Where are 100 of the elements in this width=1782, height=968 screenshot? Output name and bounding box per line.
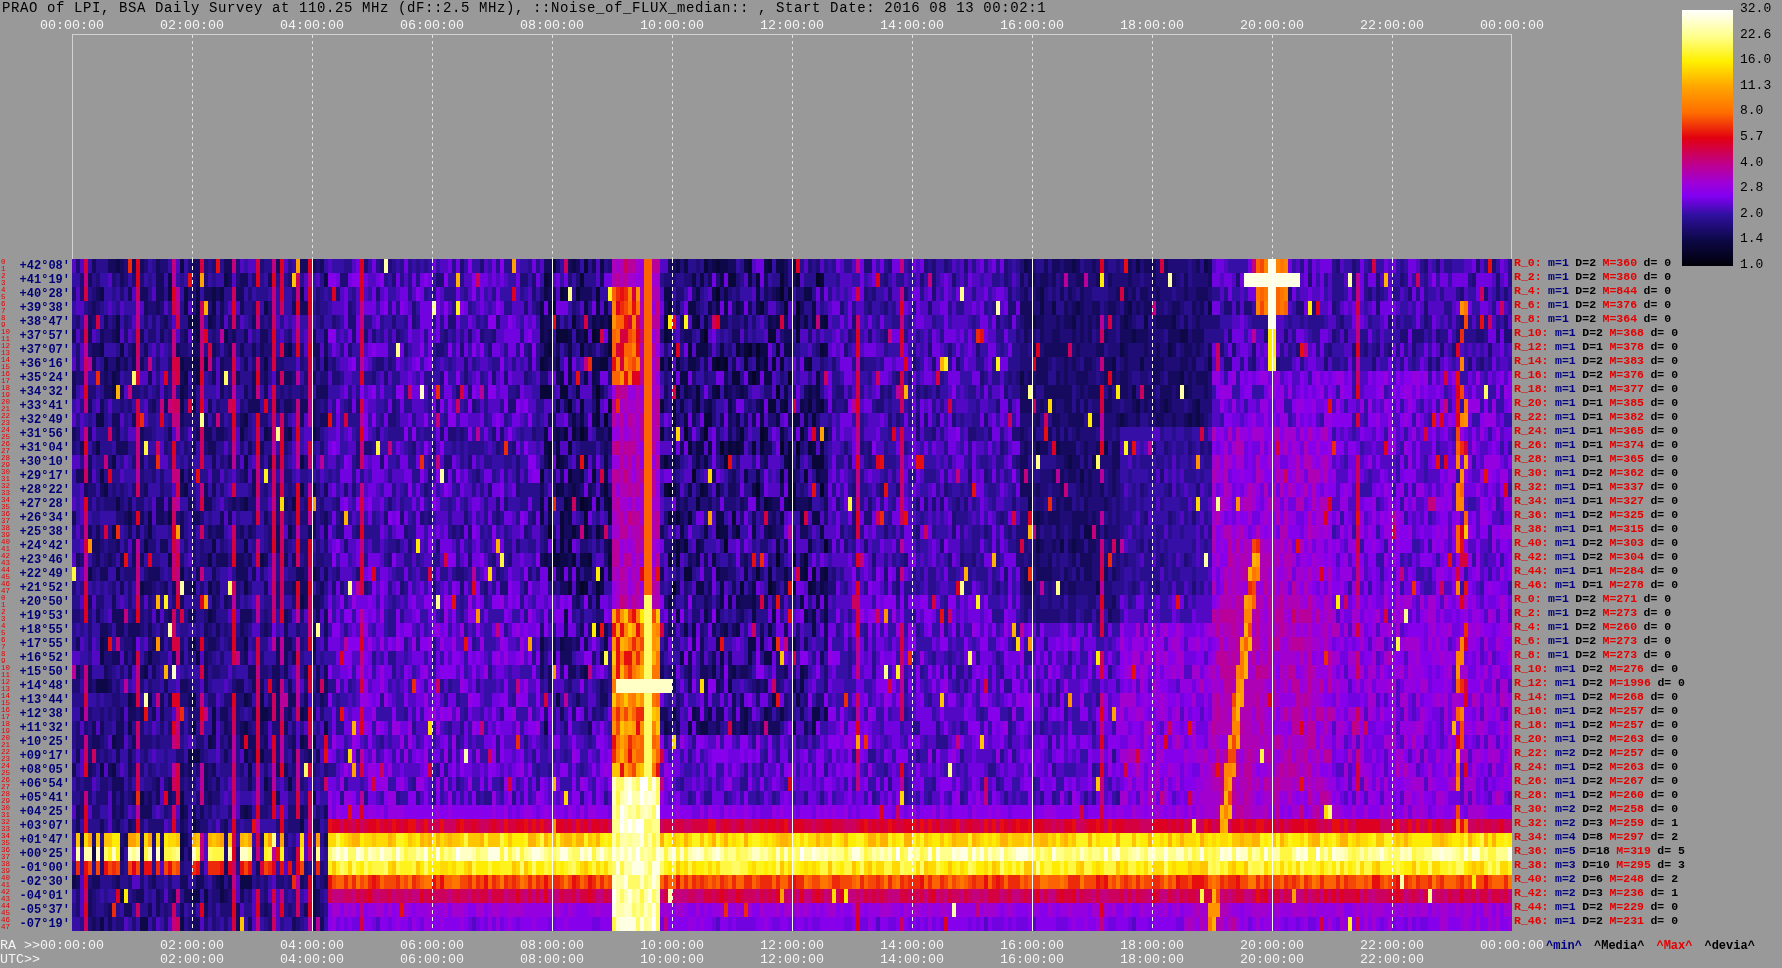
- beam-label: R_34:: [1514, 830, 1549, 844]
- declination-label: -04°01': [19, 889, 70, 903]
- max-value: M=315: [1609, 522, 1644, 536]
- beam-label: R_20:: [1514, 732, 1549, 746]
- beam-label: R_14:: [1514, 690, 1549, 704]
- median-value: D=2: [1575, 592, 1597, 606]
- declination-label: +29°17': [19, 469, 70, 483]
- min-value: m=1: [1548, 606, 1569, 620]
- beam-label: R_22:: [1514, 410, 1549, 424]
- beam-label: R_8:: [1514, 648, 1542, 662]
- max-value: M=385: [1609, 396, 1644, 410]
- median-value: D=2: [1582, 550, 1603, 564]
- beam-label: R_18:: [1514, 382, 1549, 396]
- median-value: D=1: [1582, 424, 1603, 438]
- declination-label: +31°56': [19, 427, 70, 441]
- max-value: M=319: [1616, 844, 1651, 858]
- deviation-value: d= 5: [1657, 844, 1685, 858]
- median-value: D=2: [1582, 718, 1603, 732]
- deviation-value: d= 0: [1650, 788, 1679, 802]
- ra-time-label: 22:00:00: [1360, 938, 1424, 953]
- beam-label: R_18:: [1514, 718, 1549, 732]
- min-value: m=1: [1548, 256, 1569, 270]
- declination-label: +26°34': [19, 511, 70, 525]
- median-value: D=1: [1582, 438, 1603, 452]
- max-value: M=327: [1609, 494, 1644, 508]
- utc-time-label: 10:00:00: [640, 952, 704, 967]
- declination-label: +31°04': [19, 441, 70, 455]
- min-value: m=1: [1555, 704, 1576, 718]
- max-value: M=229: [1609, 900, 1644, 914]
- declination-label: +25°38': [19, 525, 70, 539]
- max-value: M=377: [1609, 382, 1644, 396]
- deviation-value: d= 0: [1643, 312, 1672, 326]
- max-value: M=337: [1609, 480, 1644, 494]
- deviation-value: d= 0: [1650, 578, 1679, 592]
- beam-label: R_46:: [1514, 914, 1549, 928]
- min-value: m=5: [1555, 844, 1576, 858]
- median-value: D=2: [1582, 354, 1603, 368]
- min-value: m=1: [1555, 480, 1576, 494]
- deviation-value: d= 0: [1650, 550, 1679, 564]
- min-value: m=2: [1555, 746, 1576, 760]
- beam-label: R_40:: [1514, 872, 1549, 886]
- beam-label: R_32:: [1514, 480, 1549, 494]
- deviation-value: d= 0: [1650, 690, 1679, 704]
- declination-label: +40°28': [19, 287, 70, 301]
- color-scale-label: 5.7: [1740, 129, 1764, 144]
- median-value: D=2: [1582, 368, 1603, 382]
- median-value: D=1: [1582, 564, 1603, 578]
- declination-label: +41°19': [19, 273, 70, 287]
- median-value: D=2: [1575, 256, 1597, 270]
- beam-label: R_24:: [1514, 424, 1549, 438]
- median-value: D=1: [1582, 452, 1603, 466]
- min-value: m=1: [1548, 634, 1569, 648]
- median-value: D=1: [1582, 494, 1603, 508]
- declination-label: +04°25': [19, 805, 70, 819]
- max-value: M=257: [1609, 718, 1644, 732]
- beam-label: R_32:: [1514, 816, 1549, 830]
- time-axis-label: 22:00:00: [1360, 17, 1424, 34]
- deviation-value: d= 0: [1650, 508, 1679, 522]
- beam-label: R_42:: [1514, 886, 1549, 900]
- median-value: D=2: [1582, 774, 1603, 788]
- max-value: M=376: [1602, 298, 1638, 312]
- time-axis-label: 10:00:00: [640, 17, 704, 34]
- min-value: m=1: [1555, 914, 1576, 928]
- min-value: m=1: [1555, 760, 1576, 774]
- min-legend-label: ^min^: [1546, 938, 1582, 953]
- time-axis-label: 16:00:00: [1000, 17, 1064, 34]
- color-scale-label: 11.3: [1740, 78, 1772, 93]
- color-scale-label: 22.6: [1740, 27, 1772, 42]
- median-value: D=2: [1575, 606, 1597, 620]
- median-value: D=1: [1582, 396, 1603, 410]
- beam-label: R_42:: [1514, 550, 1549, 564]
- declination-label: +27°28': [19, 497, 70, 511]
- median-value: D=1: [1582, 578, 1603, 592]
- color-scale-label: 4.0: [1740, 155, 1764, 170]
- beam-label: R_44:: [1514, 900, 1549, 914]
- max-value: M=260: [1602, 620, 1638, 634]
- time-axis-label: 14:00:00: [880, 17, 944, 34]
- deviation-value: d= 0: [1650, 732, 1679, 746]
- declination-label: +20°50': [19, 595, 70, 609]
- median-value: D=2: [1582, 676, 1603, 690]
- beam-label: R_46:: [1514, 578, 1549, 592]
- max-value: M=325: [1609, 508, 1644, 522]
- beam-label: R_12:: [1514, 676, 1549, 690]
- min-value: m=3: [1555, 858, 1576, 872]
- deviation-value: d= 0: [1650, 326, 1679, 340]
- declination-label: +36°16': [19, 357, 70, 371]
- utc-time-label: 14:00:00: [880, 952, 944, 967]
- deviation-value: d= 0: [1643, 606, 1672, 620]
- time-axis-label: 02:00:00: [160, 17, 224, 34]
- max-value: M=303: [1609, 536, 1644, 550]
- beam-label: R_8:: [1514, 312, 1542, 326]
- max-value: M=267: [1609, 774, 1644, 788]
- beam-label: R_16:: [1514, 704, 1549, 718]
- max-value: M=383: [1609, 354, 1644, 368]
- deviation-value: d= 0: [1657, 676, 1685, 690]
- median-value: D=2: [1582, 914, 1603, 928]
- median-value: D=2: [1582, 802, 1603, 816]
- declination-label: +19°53': [19, 609, 70, 623]
- median-value: D=2: [1582, 732, 1603, 746]
- deviation-value: d= 0: [1650, 466, 1679, 480]
